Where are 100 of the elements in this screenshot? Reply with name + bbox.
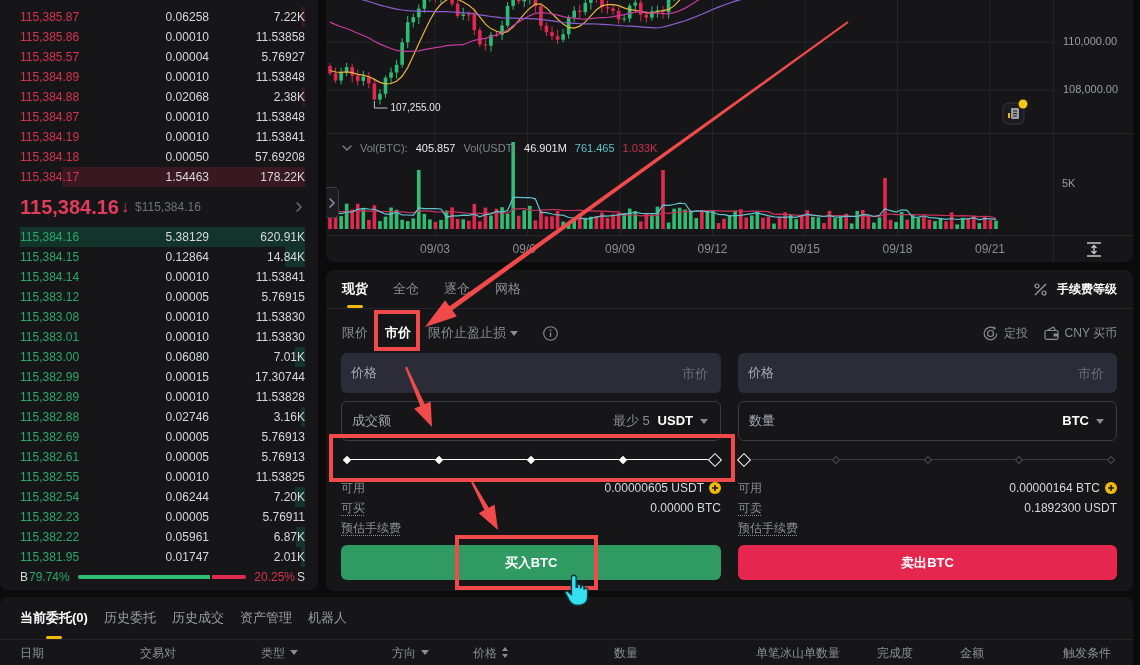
chevron-right-icon[interactable] (296, 202, 302, 212)
circular-arrow-icon (982, 325, 998, 341)
unit-dropdown[interactable]: USDT (657, 411, 708, 431)
info-value: 0.1892300 USDT (1024, 500, 1117, 517)
bid-order-row[interactable]: 115,383.01 0.00010 11.53830 (20, 327, 305, 347)
bid-order-row[interactable]: 115,382.99 0.00015 17.30744 (20, 367, 305, 387)
orders-tab[interactable]: 资产管理 (239, 597, 292, 639)
caret-down-icon (700, 418, 708, 424)
annotation-arrow (471, 481, 498, 530)
ask-order-row[interactable]: 115,384.18 0.00050 57.69208 (20, 147, 305, 167)
orders-tab[interactable]: 机器人 (307, 597, 347, 639)
usd-price: $115,384.16 (135, 199, 201, 216)
info-label: 可卖 (738, 500, 762, 517)
mode-tab[interactable]: 全仓 (393, 270, 419, 308)
hand-cursor-icon (564, 574, 589, 606)
field-label: 成交额 (352, 412, 391, 431)
bid-order-row[interactable]: 115,383.00 0.06080 7.01K (20, 347, 305, 367)
bid-order-row[interactable]: 115,382.54 0.06244 7.20K (20, 487, 305, 507)
plus-icon[interactable] (709, 482, 721, 494)
column-header: 触发条件 (1063, 644, 1111, 662)
ask-order-row[interactable]: 115,384.19 0.00010 11.53841 (20, 127, 305, 147)
amount-field[interactable]: 成交额 最少 5 USDT (341, 401, 721, 441)
orders-tab[interactable]: 历史成交 (171, 597, 224, 639)
bid-order-row[interactable]: 115,382.22 0.05961 6.87K (20, 527, 305, 547)
info-label: 可买 (341, 500, 365, 517)
ask-order-row[interactable]: 115,384.89 0.00010 11.53848 (20, 67, 305, 87)
orders-tab[interactable]: 历史委托 (103, 597, 156, 639)
price-axis-label: 110,000.00 (1063, 34, 1118, 48)
amount-field[interactable]: 数量 BTC (738, 401, 1117, 441)
caret-down-icon (290, 650, 298, 655)
column-header[interactable]: 类型 (261, 643, 298, 662)
bid-order-row[interactable]: 115,382.55 0.00010 11.53825 (20, 467, 305, 487)
buy-button[interactable]: 买入BTC (341, 545, 721, 580)
order-type-tab[interactable]: 限价止盈止损 (428, 323, 518, 343)
header-link[interactable]: 定投 (982, 324, 1028, 342)
bid-order-row[interactable]: 115,382.23 0.00005 5.76911 (20, 507, 305, 527)
fee-level-link[interactable]: 手续费等级 (1034, 270, 1117, 308)
date-axis-label: 09/09 (605, 241, 636, 257)
bid-order-row[interactable]: 115,382.69 0.00005 5.76913 (20, 427, 305, 447)
order-type-tab[interactable]: 限价 (342, 323, 368, 343)
slider-track[interactable] (341, 452, 721, 468)
sell-button[interactable]: 卖出BTC (738, 545, 1117, 580)
ask-order-row[interactable]: 115,385.86 0.00010 11.53858 (20, 27, 305, 47)
plus-icon[interactable] (1105, 482, 1117, 494)
column-header: 数量 (614, 644, 638, 662)
date-axis-label: 09/12 (697, 241, 728, 257)
info-label: 预估手续费 (738, 520, 798, 537)
mode-tab[interactable]: 逐仓 (444, 270, 470, 308)
bid-order-row[interactable]: 115,382.89 0.00010 11.53828 (20, 387, 305, 407)
volume-axis-label: 5K (1062, 176, 1076, 190)
order-type-tab[interactable]: 市价 (385, 323, 411, 343)
ask-order-row[interactable]: 115,384.88 0.02068 2.38K (20, 87, 305, 107)
caret-down-icon (1096, 418, 1104, 424)
down-arrow-icon: ↓ (121, 197, 129, 217)
column-header[interactable]: 价格 (473, 643, 508, 662)
column-header: 单笔冰山单数量 (756, 644, 840, 662)
slider-step-icon[interactable] (1106, 455, 1116, 465)
sell-percent: 20.25% (254, 569, 295, 586)
sell-label: S (297, 569, 305, 586)
unit-dropdown[interactable]: BTC (1062, 411, 1104, 431)
bid-order-row[interactable]: 115,383.08 0.00010 11.53830 (20, 307, 305, 327)
slider-step-icon[interactable] (831, 455, 840, 465)
info-value: 0.00000164 BTC (1009, 480, 1100, 497)
field-label: 数量 (749, 412, 775, 431)
orders-tab[interactable]: 当前委托(0) (20, 597, 88, 639)
bid-order-row[interactable]: 115,381.95 0.01747 2.01K (20, 547, 305, 567)
slider-step-icon[interactable] (1015, 455, 1024, 465)
info-value: 0.00000 BTC (650, 500, 721, 517)
mode-tab[interactable]: 现货 (342, 270, 368, 308)
highlight-box (374, 310, 420, 351)
bid-order-row[interactable]: 115,382.88 0.02746 3.16K (20, 407, 305, 427)
percent-icon (1034, 282, 1047, 296)
date-axis-label: 09/03 (420, 241, 451, 257)
ask-order-row[interactable]: 115,385.87 0.06258 7.22K (20, 7, 305, 27)
ask-order-row[interactable]: 115,385.57 0.00004 5.76927 (20, 47, 305, 67)
bid-order-row[interactable]: 115,384.16 5.38129 620.91K (20, 227, 305, 247)
column-header[interactable]: 方向 (392, 643, 429, 662)
ask-order-row[interactable]: 115,384.87 0.00010 11.53848 (20, 107, 305, 127)
info-label: 可用 (341, 480, 365, 497)
column-header: 交易对 (140, 644, 176, 662)
fit-height-icon[interactable] (1085, 241, 1102, 257)
column-header: 完成度 (877, 644, 913, 662)
date-axis-label: 09/21 (975, 241, 1006, 257)
sort-icon (502, 647, 508, 658)
ask-order-row[interactable]: 115,384.17 1.54463 178.22K (20, 167, 305, 187)
bid-order-row[interactable]: 115,384.14 0.00010 11.53841 (20, 267, 305, 287)
header-link[interactable]: CNY 买币 (1043, 324, 1117, 342)
bid-order-row[interactable]: 115,382.61 0.00005 5.76913 (20, 447, 305, 467)
mode-tab[interactable]: 网格 (495, 270, 521, 308)
bid-order-row[interactable]: 115,383.12 0.00005 5.76915 (20, 287, 305, 307)
wallet-icon (1043, 326, 1059, 340)
date-axis-label: 09/15 (790, 241, 821, 257)
info-icon[interactable] (543, 325, 558, 341)
field-label: 价格 (748, 364, 774, 382)
bid-order-row[interactable]: 115,384.15 0.12864 14.84K (20, 247, 305, 267)
column-header: 金额 (960, 644, 984, 662)
caret-down-icon (510, 330, 518, 336)
buy-label: B (20, 569, 28, 586)
price-axis-label: 108,000.00 (1063, 82, 1119, 96)
field-label: 价格 (351, 364, 377, 382)
